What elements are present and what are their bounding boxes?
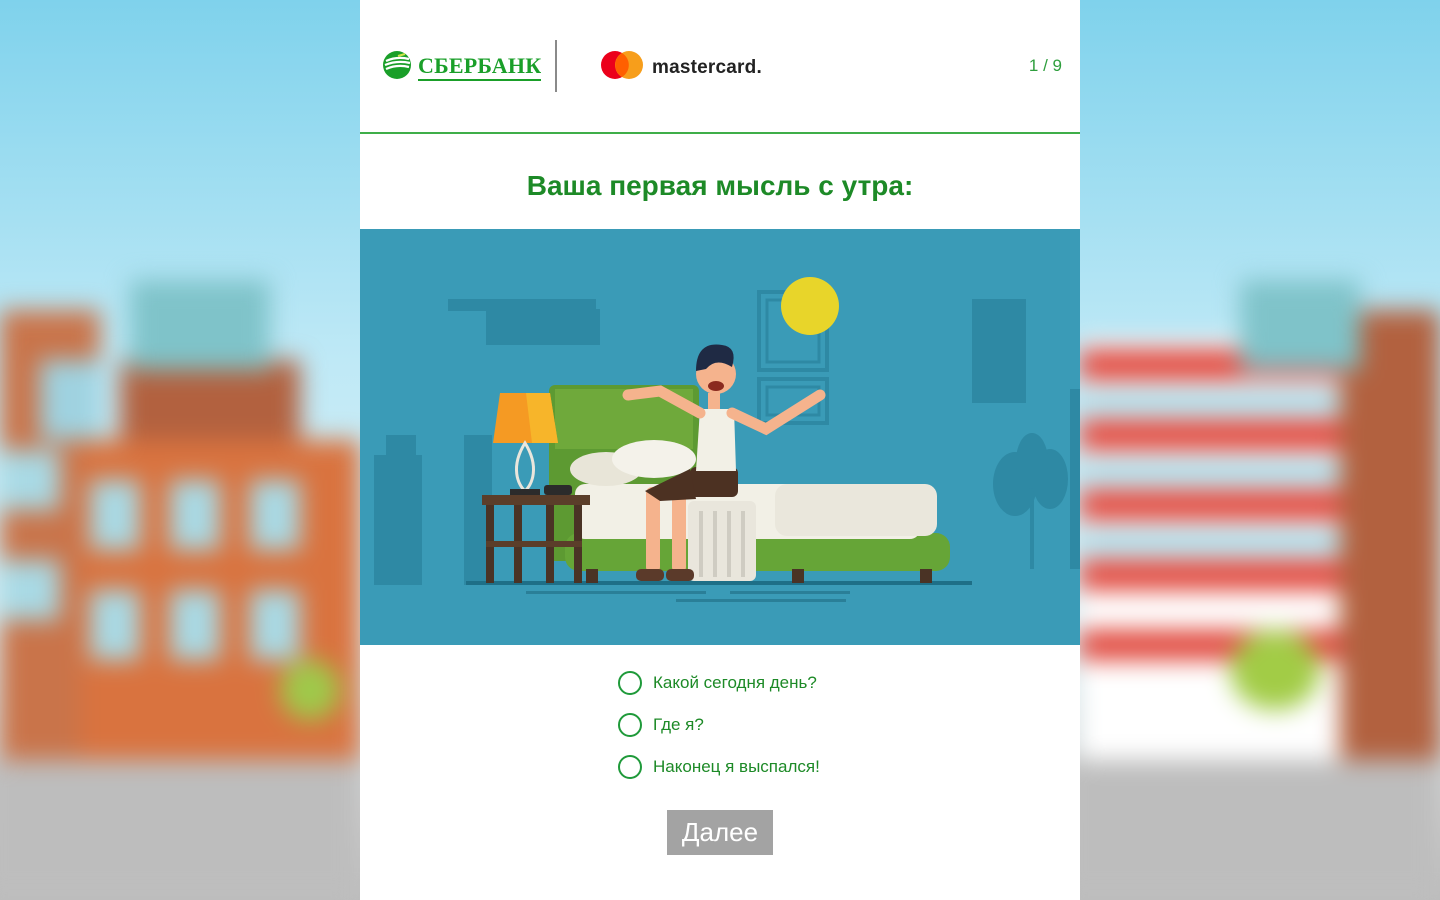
sberbank-logo-icon [382, 50, 412, 85]
mastercard-logo-text: mastercard. [652, 56, 762, 78]
header: СБЕРБАНК mastercard. 1 / 9 [360, 0, 1080, 134]
logo-divider [555, 40, 557, 92]
radio-button-1[interactable] [618, 671, 642, 695]
progress-counter: 1 / 9 [1028, 56, 1062, 75]
quiz-card: СБЕРБАНК mastercard. 1 / 9 Ваша первая м… [360, 0, 1080, 900]
radio-button-3[interactable] [618, 755, 642, 779]
answer-options: Какой сегодня день? Где я? Наконец я выс… [618, 662, 820, 788]
answer-option-label: Какой сегодня день? [653, 673, 817, 692]
illustration [360, 229, 1080, 645]
answer-option-label: Где я? [653, 715, 704, 734]
answer-option-1[interactable]: Какой сегодня день? [618, 662, 820, 704]
answer-option-2[interactable]: Где я? [618, 704, 820, 746]
sberbank-logo-text: СБЕРБАНК [418, 54, 542, 81]
man-waking-up-illustration [374, 277, 1080, 602]
mastercard-logo[interactable]: mastercard. [600, 50, 762, 85]
sberbank-logo[interactable]: СБЕРБАНК [382, 50, 542, 85]
question-title: Ваша первая мысль с утра: [526, 170, 914, 201]
radio-button-2[interactable] [618, 713, 642, 737]
answer-option-label: Наконец я выспался! [653, 757, 820, 776]
answer-option-3[interactable]: Наконец я выспался! [618, 746, 820, 788]
next-button[interactable]: Далее [667, 810, 773, 855]
mastercard-logo-icon [600, 50, 644, 85]
